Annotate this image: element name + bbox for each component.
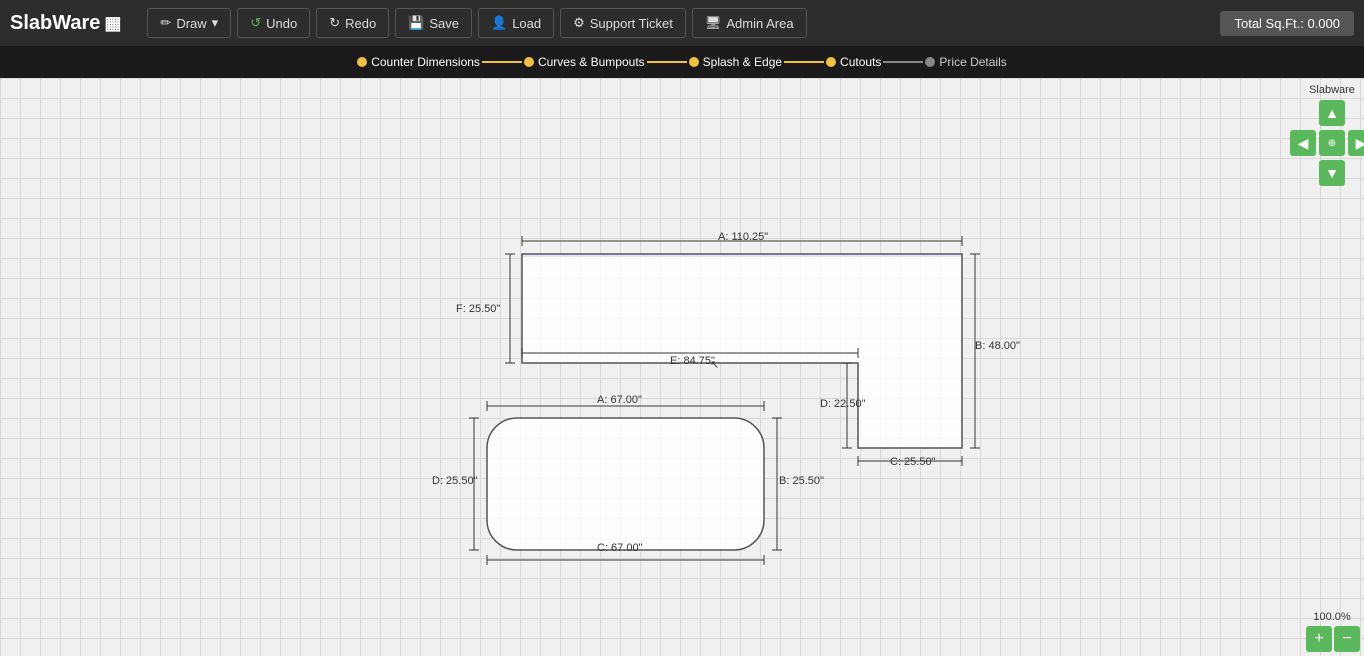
canvas-area[interactable]: ↖ A: 110.25" B: 48.00" C: 25.50" D: 22.5…: [0, 78, 1364, 656]
zoom-buttons: + −: [1306, 626, 1360, 652]
dim-label-B-right: B: 48.00": [975, 340, 1020, 352]
bc-step-splash[interactable]: Splash & Edge: [689, 55, 782, 69]
pan-down-button[interactable]: ▼: [1319, 160, 1345, 186]
bc-label-3: Splash & Edge: [703, 55, 782, 69]
support-icon: ⚙: [573, 15, 585, 31]
total-sqft-badge: Total Sq.Ft.: 0.000: [1220, 11, 1354, 36]
pan-horizontal-row: ◀ ⊕ ▶: [1290, 130, 1364, 156]
app-logo: SlabWare ▦: [10, 12, 121, 35]
dim-label-C-right: C: 25.50": [890, 456, 936, 468]
load-button[interactable]: 👤 Load: [478, 8, 554, 38]
logo-text: SlabWare: [10, 12, 100, 35]
bc-label-5: Price Details: [939, 55, 1006, 69]
dim-label-F-left: F: 25.50": [456, 303, 500, 315]
bc-dot-4: [826, 57, 836, 67]
admin-icon: 🖥: [705, 15, 722, 31]
navbar: SlabWare ▦ ✏ Draw ▾ ↺ Undo ↻ Redo 💾 Save…: [0, 0, 1364, 46]
draw-caret-icon: ▾: [212, 15, 219, 31]
pencil-icon: ✏: [160, 15, 171, 31]
support-button[interactable]: ⚙ Support Ticket: [560, 8, 686, 38]
dim-label-D-notch: D: 22.50": [820, 398, 866, 410]
save-button[interactable]: 💾 Save: [395, 8, 472, 38]
save-icon: 💾: [408, 15, 424, 31]
bc-line-1: [482, 61, 522, 63]
pan-up-button[interactable]: ▲: [1319, 100, 1345, 126]
dim-label-island-C: C: 67.00": [597, 542, 643, 554]
bc-line-4: [883, 61, 923, 63]
bc-dot-1: [357, 57, 367, 67]
bc-step-counter-dimensions[interactable]: Counter Dimensions: [357, 55, 480, 69]
admin-button[interactable]: 🖥 Admin Area: [692, 8, 807, 38]
dim-label-A-top: A: 110.25": [718, 231, 768, 243]
zoom-area: 100.0% + −: [1300, 607, 1364, 656]
lower-island-shape[interactable]: [487, 418, 764, 550]
drawing-svg: ↖: [0, 78, 1364, 656]
dim-label-E-step: E: 84.75": [670, 355, 715, 367]
pan-right-button[interactable]: ▶: [1348, 130, 1364, 156]
breadcrumb-bar: Counter Dimensions Curves & Bumpouts Spl…: [0, 46, 1364, 78]
bc-label-1: Counter Dimensions: [371, 55, 480, 69]
pan-center-button[interactable]: ⊕: [1319, 130, 1345, 156]
bc-label-4: Cutouts: [840, 55, 881, 69]
bc-step-price-details[interactable]: Price Details: [925, 55, 1006, 69]
bc-dot-3: [689, 57, 699, 67]
logo-icon: ▦: [104, 13, 121, 34]
zoom-in-button[interactable]: +: [1306, 626, 1332, 652]
right-panel: Slabware ▲ ◀ ⊕ ▶ ▼: [1300, 78, 1364, 656]
panel-label: Slabware: [1309, 84, 1355, 96]
dim-label-island-D: D: 25.50": [432, 475, 478, 487]
dim-label-island-B: B: 25.50": [779, 475, 824, 487]
bc-line-2: [647, 61, 687, 63]
bc-step-cutouts[interactable]: Cutouts: [826, 55, 881, 69]
bc-step-curves[interactable]: Curves & Bumpouts: [524, 55, 645, 69]
dim-label-island-A: A: 67.00": [597, 394, 642, 406]
zoom-out-button[interactable]: −: [1334, 626, 1360, 652]
undo-button[interactable]: ↺ Undo: [237, 8, 310, 38]
redo-icon: ↻: [329, 15, 340, 31]
pan-left-button[interactable]: ◀: [1290, 130, 1316, 156]
zoom-level-label: 100.0%: [1313, 611, 1350, 623]
bc-line-3: [784, 61, 824, 63]
bc-dot-2: [524, 57, 534, 67]
bc-dot-5: [925, 57, 935, 67]
undo-icon: ↺: [250, 15, 261, 31]
redo-button[interactable]: ↻ Redo: [316, 8, 389, 38]
draw-button[interactable]: ✏ Draw ▾: [147, 8, 231, 38]
load-icon: 👤: [491, 15, 507, 31]
bc-label-2: Curves & Bumpouts: [538, 55, 645, 69]
